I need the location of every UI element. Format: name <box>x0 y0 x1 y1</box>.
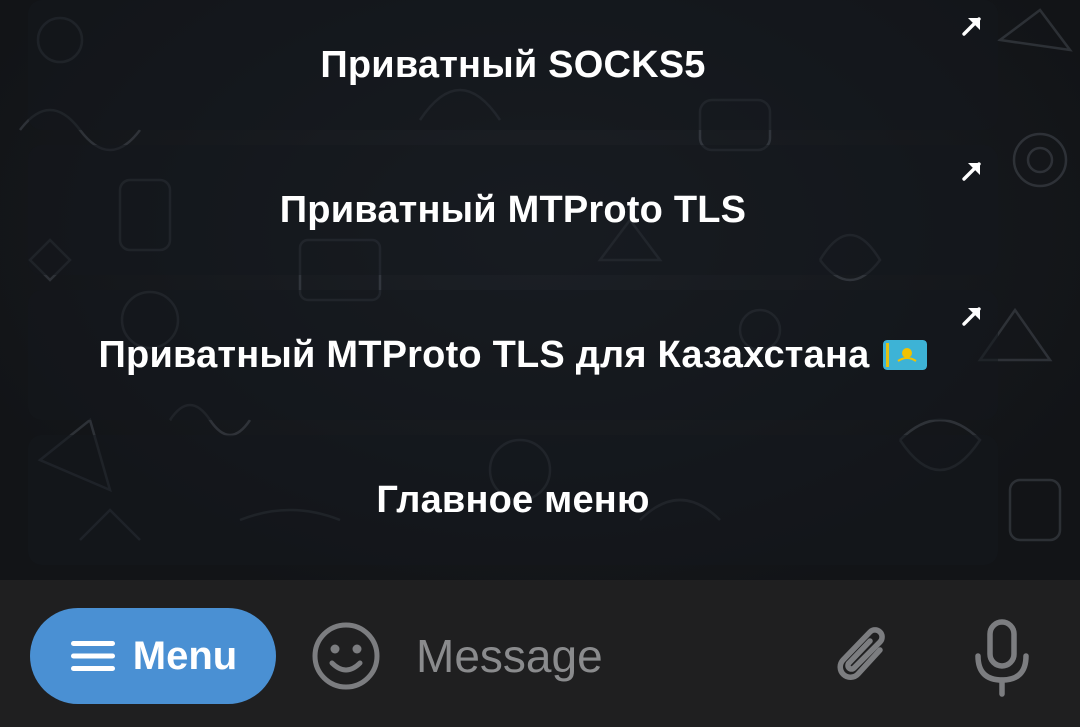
keyboard-button-mtproto-tls[interactable]: Приватный MTProto TLS <box>28 145 998 275</box>
smiley-icon[interactable] <box>310 620 382 692</box>
keyboard-button-label: Главное меню <box>376 478 650 521</box>
message-composer: Menu <box>0 580 1080 727</box>
kazakhstan-flag-icon <box>883 340 928 370</box>
link-arrow-icon <box>962 162 981 181</box>
microphone-icon[interactable] <box>968 618 1036 698</box>
keyboard-button-label: Приватный MTProto TLS <box>279 188 747 231</box>
keyboard-button-label: Приватный SOCKS5 <box>320 43 706 86</box>
keyboard-button-main-menu[interactable]: Главное меню <box>28 435 998 565</box>
inline-keyboard: Приватный SOCKS5 Приватный MTProto TLS П… <box>28 0 998 565</box>
menu-button-label: Menu <box>132 633 238 678</box>
keyboard-button-socks5[interactable]: Приватный SOCKS5 <box>28 0 998 130</box>
keyboard-button-label-wrap: Приватный MTProto TLS для Казахстана <box>99 334 928 377</box>
paperclip-icon[interactable] <box>828 618 900 698</box>
keyboard-button-label: Приватный MTProto TLS для Казахстана <box>98 333 870 376</box>
link-arrow-icon <box>962 307 981 326</box>
message-input[interactable] <box>416 618 806 694</box>
chat-background: Приватный SOCKS5 Приватный MTProto TLS П… <box>0 0 1080 580</box>
hamburger-icon <box>70 641 115 671</box>
bot-menu-button[interactable]: Menu <box>30 608 276 704</box>
keyboard-button-mtproto-tls-kazakhstan[interactable]: Приватный MTProto TLS для Казахстана <box>28 290 998 420</box>
link-arrow-icon <box>962 17 981 36</box>
